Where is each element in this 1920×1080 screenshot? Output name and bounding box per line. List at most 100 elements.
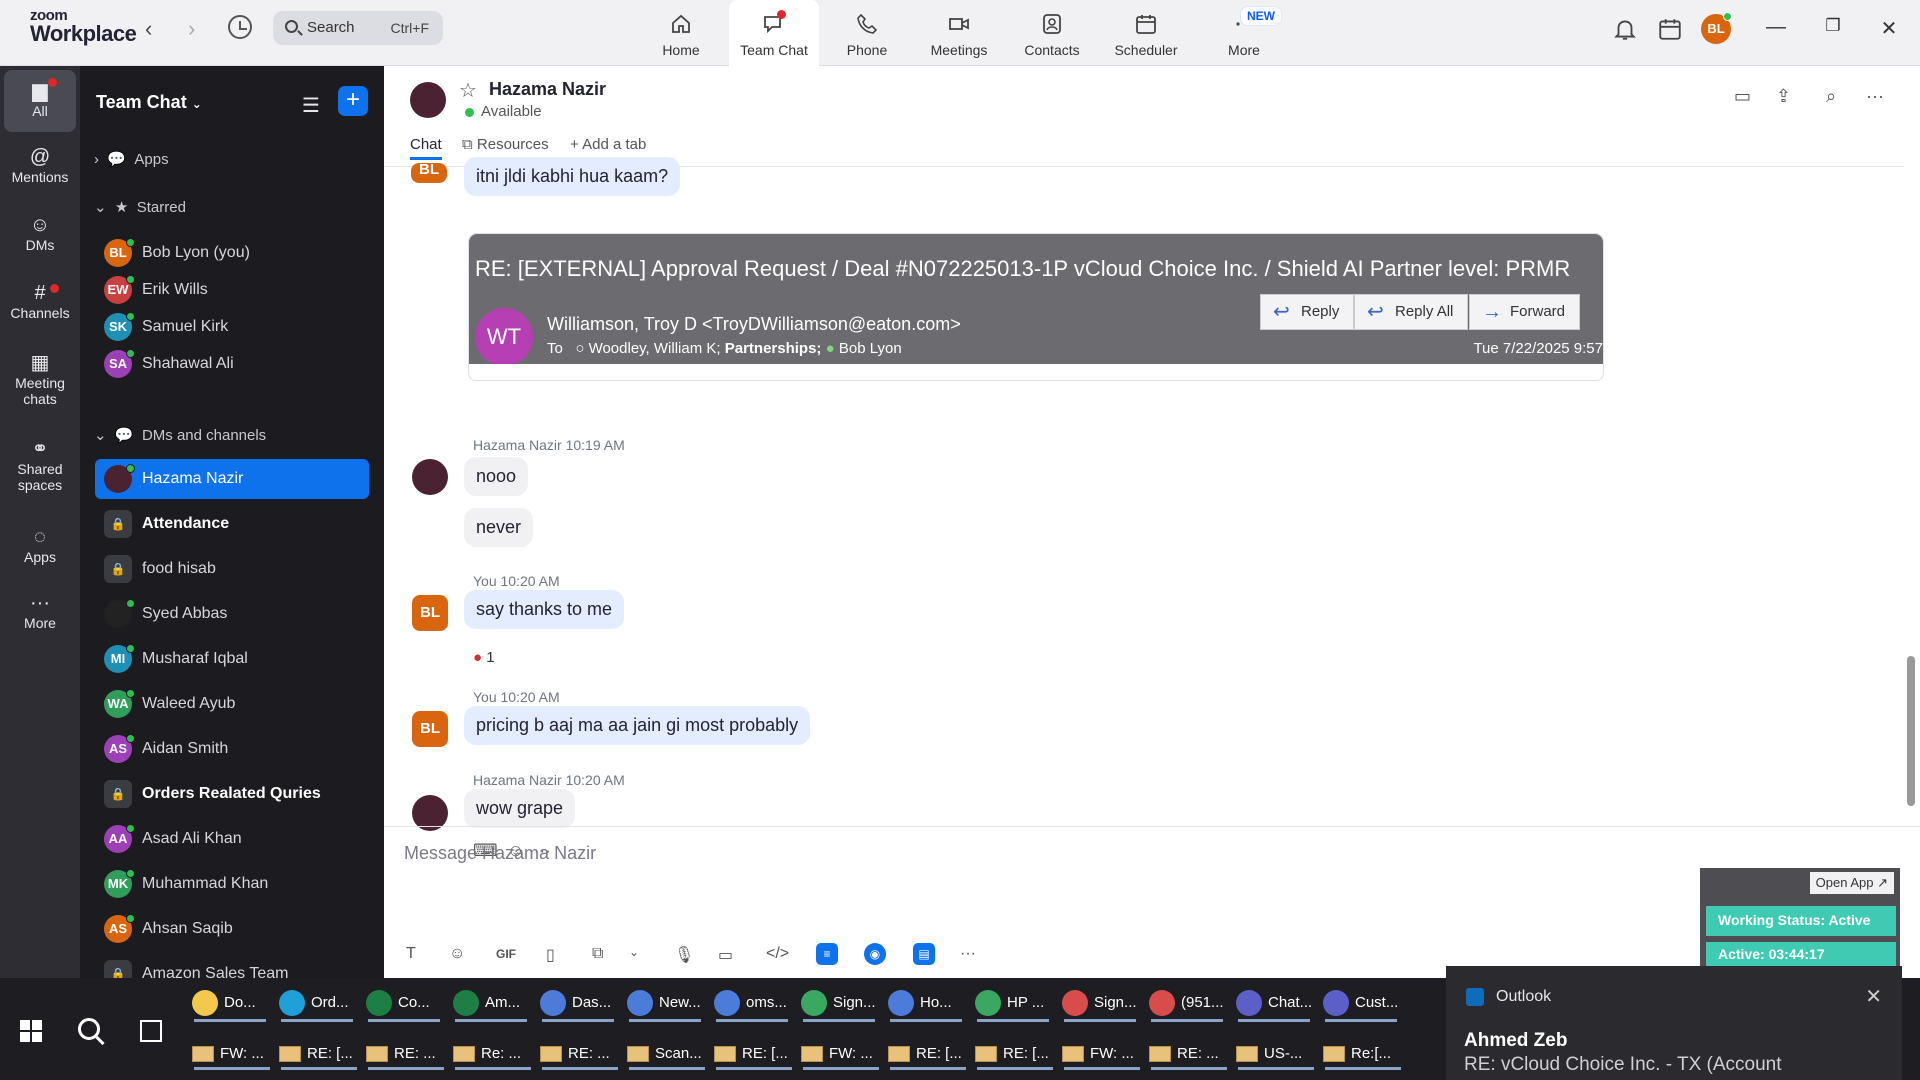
section-apps[interactable]: › 💬 Apps <box>94 150 169 168</box>
taskbar-app[interactable]: New... <box>623 984 707 1022</box>
taskbar-mail-window[interactable]: RE: ... <box>1147 1036 1231 1070</box>
section-dms[interactable]: ⌄ 💬 DMs and channels <box>94 426 266 444</box>
taskbar-app[interactable]: Cust... <box>1319 984 1403 1022</box>
contact-avatar[interactable] <box>410 82 446 118</box>
sidebar-item[interactable]: 🔒 Orders Realated Quries <box>95 774 369 814</box>
taskbar-app[interactable]: Do... <box>188 984 272 1022</box>
rail-channels[interactable]: # Channels <box>4 282 76 321</box>
reply-all-button[interactable]: ↩ Reply All <box>1354 294 1469 330</box>
taskbar-app[interactable]: Ord... <box>275 984 359 1022</box>
video-message-icon[interactable]: ▭ <box>718 945 733 965</box>
file-icon[interactable]: ▯ <box>546 945 555 965</box>
taskbar-app[interactable]: (951... <box>1145 984 1229 1022</box>
sidebar-item[interactable]: AS Aidan Smith <box>95 729 369 769</box>
rail-more[interactable]: ··· More <box>4 592 76 631</box>
forward-button[interactable]: → Forward <box>1469 294 1581 330</box>
back-arrow-icon[interactable]: ‹ <box>145 16 152 42</box>
sidebar-item[interactable]: MI Musharaf Iqbal <box>95 639 369 679</box>
taskbar-mail-window[interactable]: Scan... <box>625 1036 709 1070</box>
taskbar-mail-window[interactable]: FW: ... <box>799 1036 883 1070</box>
sidebar-item[interactable]: AS Ahsan Saqib <box>95 909 369 949</box>
nav-team-chat[interactable]: Team Chat <box>729 0 819 66</box>
taskbar-app[interactable]: Sign... <box>797 984 881 1022</box>
rail-all[interactable]: ▆ All <box>4 70 76 132</box>
message-bubble[interactable]: pricing b aaj ma aa jain gi most probabl… <box>464 706 811 745</box>
taskbar-app[interactable]: Sign... <box>1058 984 1142 1022</box>
gif-icon[interactable]: GIF <box>496 947 516 961</box>
sidebar-item[interactable]: 🔒 food hisab <box>95 549 369 589</box>
contact-name[interactable]: Hazama Nazir <box>489 79 606 100</box>
message-input[interactable]: Message Hazama Nazir <box>404 843 596 864</box>
scrollbar[interactable] <box>1907 656 1915 806</box>
section-starred[interactable]: ⌄ ★ Starred <box>94 198 186 216</box>
taskbar-mail-window[interactable]: FW: ... <box>190 1036 274 1070</box>
windows-start-icon[interactable] <box>20 1020 42 1042</box>
taskbar-app[interactable]: HP ... <box>971 984 1055 1022</box>
rail-mentions[interactable]: @ Mentions <box>4 146 76 185</box>
taskbar-app[interactable]: Co... <box>362 984 446 1022</box>
sidebar-item[interactable]: AA Asad Ali Khan <box>95 819 369 859</box>
share-screen-icon[interactable]: ⇪ <box>1776 86 1791 107</box>
sidebar-item[interactable]: EW Erik Wills <box>95 270 369 310</box>
sidebar-item[interactable]: 🔒 Attendance <box>95 504 369 544</box>
microphone-icon[interactable]: 🎙 <box>674 945 694 965</box>
whiteboard-app-icon[interactable]: ◉ <box>864 943 886 965</box>
chevron-down-icon[interactable]: ⌄ <box>629 945 639 959</box>
taskbar-mail-window[interactable]: RE: ... <box>538 1036 622 1070</box>
open-app-button[interactable]: Open App ↗ <box>1809 872 1894 894</box>
sidebar-item[interactable]: SK Samuel Kirk <box>95 307 369 347</box>
taskbar-app[interactable]: Chat... <box>1232 984 1316 1022</box>
taskbar-search-icon[interactable] <box>78 1018 100 1040</box>
sidebar-title[interactable]: Team Chat ⌄ <box>96 92 202 113</box>
taskbar-app[interactable]: Am... <box>449 984 533 1022</box>
code-snippet-icon[interactable]: </> <box>766 945 789 963</box>
taskbar-mail-window[interactable]: RE: [... <box>973 1036 1057 1070</box>
filter-icon[interactable]: ☰ <box>302 93 320 118</box>
tab-resources[interactable]: ⧉ Resources <box>462 136 549 153</box>
minimize-icon[interactable]: — <box>1761 16 1791 39</box>
taskbar-mail-window[interactable]: RE: [... <box>712 1036 796 1070</box>
more-options-icon[interactable]: ··· <box>1866 86 1884 107</box>
sidebar-item[interactable]: Hazama Nazir <box>95 459 369 499</box>
sidebar-item[interactable]: SA Shahawal Ali <box>95 344 369 384</box>
reaction-chip[interactable]: ● 1 <box>473 649 495 666</box>
task-view-icon[interactable] <box>140 1020 162 1042</box>
sidebar-item[interactable]: MK Muhammad Khan <box>95 864 369 904</box>
format-text-icon[interactable]: T <box>406 945 416 963</box>
new-chat-button[interactable]: + <box>338 86 368 116</box>
search-icon[interactable]: ⌕ <box>1826 86 1836 107</box>
tab-chat[interactable]: Chat <box>410 136 442 160</box>
taskbar-app[interactable]: Ho... <box>884 984 968 1022</box>
sidebar-item[interactable]: BL Bob Lyon (you) <box>95 233 369 273</box>
screenshot-icon[interactable]: ⧉ <box>592 945 603 963</box>
docs-app-icon[interactable]: ≡ <box>816 943 838 965</box>
nav-home[interactable]: Home <box>643 0 719 66</box>
taskbar-app[interactable]: Das... <box>536 984 620 1022</box>
star-icon[interactable]: ☆ <box>459 78 477 103</box>
nav-phone[interactable]: Phone <box>829 0 905 66</box>
message-bubble[interactable]: itni jldi kabhi hua kaam? <box>464 157 681 196</box>
sidebar-item[interactable]: Syed Abbas <box>95 594 369 634</box>
rail-shared-spaces[interactable]: ⚭ Shared spaces <box>4 436 76 493</box>
message-bubble[interactable]: say thanks to me <box>464 590 625 629</box>
taskbar-mail-window[interactable]: RE: [... <box>886 1036 970 1070</box>
reply-button[interactable]: ↩ Reply <box>1260 294 1355 330</box>
taskbar-mail-window[interactable]: Re: ... <box>451 1036 535 1070</box>
nav-scheduler[interactable]: Scheduler <box>1106 0 1186 66</box>
notes-app-icon[interactable]: ▤ <box>913 943 935 965</box>
restore-icon[interactable]: ❐ <box>1818 16 1848 36</box>
sidebar-item[interactable]: WA Waleed Ayub <box>95 684 369 724</box>
message-bubble[interactable]: nooo <box>464 457 529 496</box>
close-icon[interactable]: ✕ <box>1874 16 1904 41</box>
rail-meeting-chats[interactable]: ▦ Meeting chats <box>4 350 76 407</box>
taskbar-mail-window[interactable]: US-... <box>1234 1036 1318 1070</box>
search-box[interactable]: Search Ctrl+F <box>273 11 443 45</box>
taskbar-app[interactable]: oms... <box>710 984 794 1022</box>
notification-toast[interactable]: Outlook ✕ Ahmed Zeb RE: vCloud Choice In… <box>1446 966 1902 1080</box>
video-call-icon[interactable]: ▭ <box>1734 86 1751 107</box>
forward-arrow-icon[interactable]: › <box>188 16 195 42</box>
nav-meetings[interactable]: Meetings <box>918 0 1000 66</box>
taskbar-mail-window[interactable]: RE: ... <box>364 1036 448 1070</box>
message-bubble[interactable]: never <box>464 508 534 547</box>
taskbar-mail-window[interactable]: RE: [... <box>277 1036 361 1070</box>
